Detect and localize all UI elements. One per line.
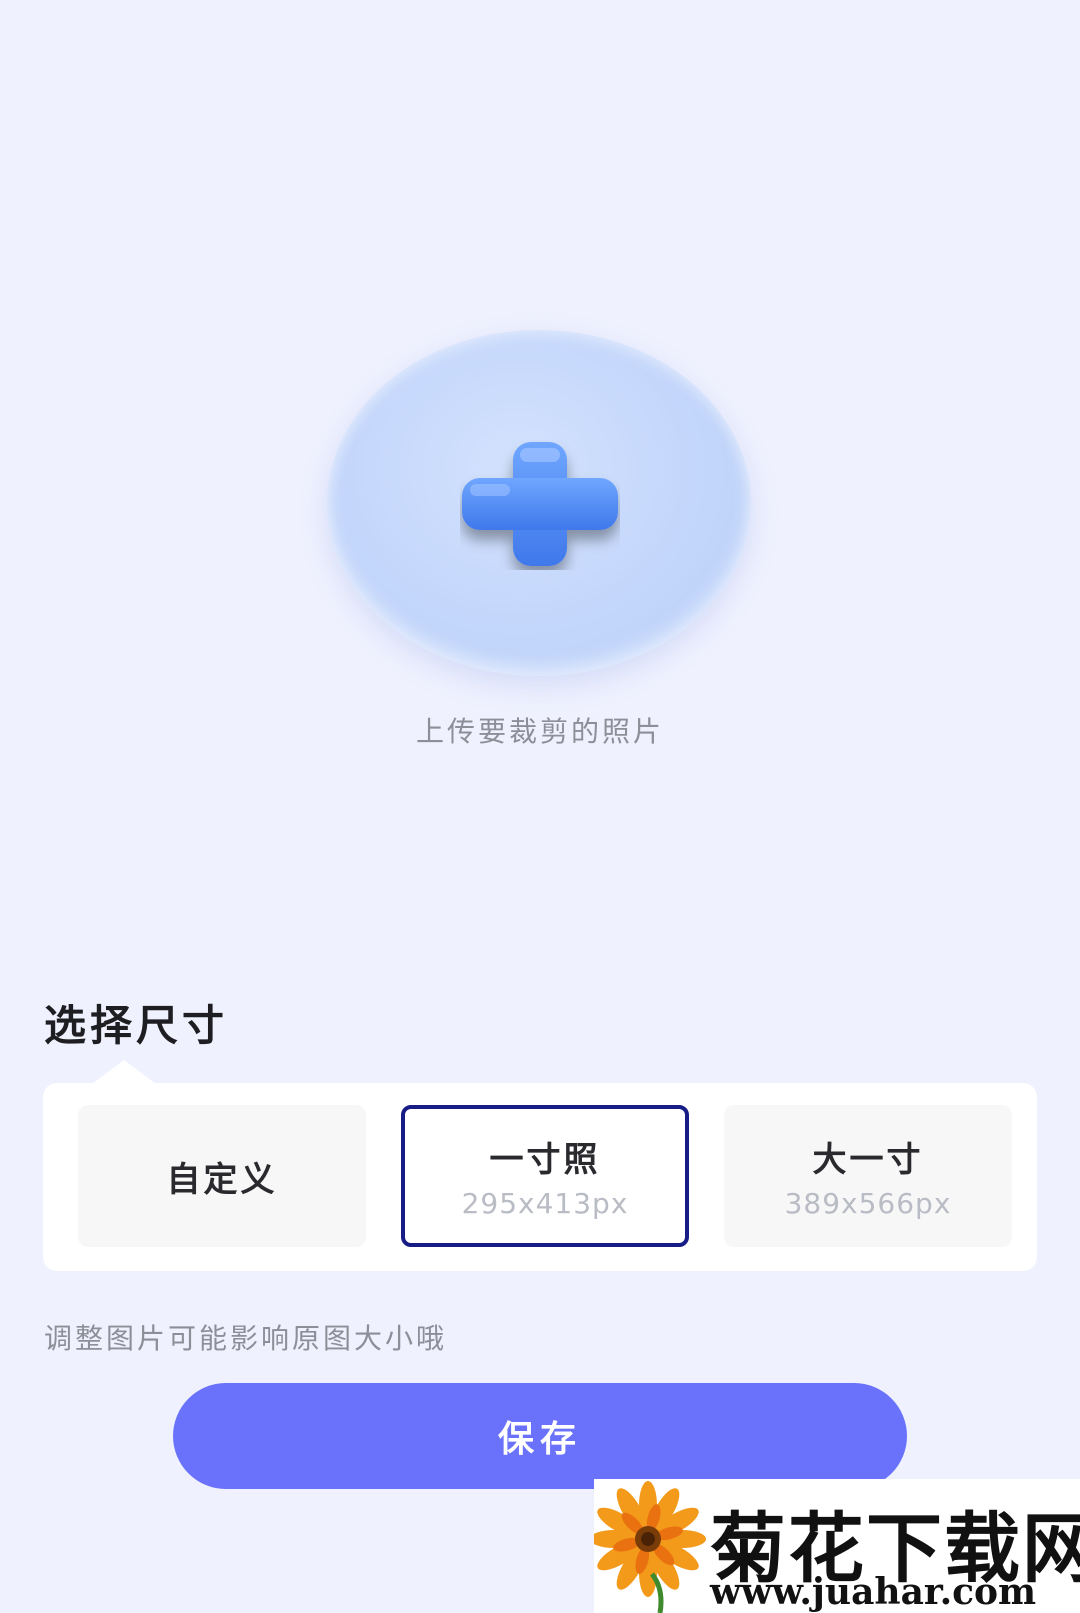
size-option-large-one-inch[interactable]: 大一寸 389x566px (724, 1105, 1012, 1247)
size-option-label: 自定义 (166, 1159, 278, 1200)
upload-hint: 上传要裁剪的照片 (415, 715, 664, 748)
upload-area[interactable]: 上传要裁剪的照片 (0, 0, 1080, 900)
watermark-url: www.juahar.com (710, 1571, 1037, 1613)
panel-notch (92, 1060, 156, 1084)
size-option-label: 一寸照 (489, 1140, 601, 1180)
section-title: 选择尺寸 (44, 1001, 229, 1050)
size-option-custom[interactable]: 自定义 (78, 1105, 366, 1247)
flower-logo-icon (594, 1481, 706, 1613)
size-option-label: 大一寸 (812, 1140, 924, 1180)
size-option-one-inch[interactable]: 一寸照 295x413px (401, 1105, 689, 1247)
size-option-dims: 295x413px (461, 1187, 629, 1220)
watermark: 菊花下载网 www.juahar.com (594, 1479, 1080, 1613)
plus-icon[interactable] (460, 440, 620, 570)
resize-notice: 调整图片可能影响原图大小哦 (44, 1322, 448, 1355)
save-button[interactable]: 保存 (173, 1383, 907, 1489)
size-option-dims: 389x566px (784, 1187, 952, 1220)
